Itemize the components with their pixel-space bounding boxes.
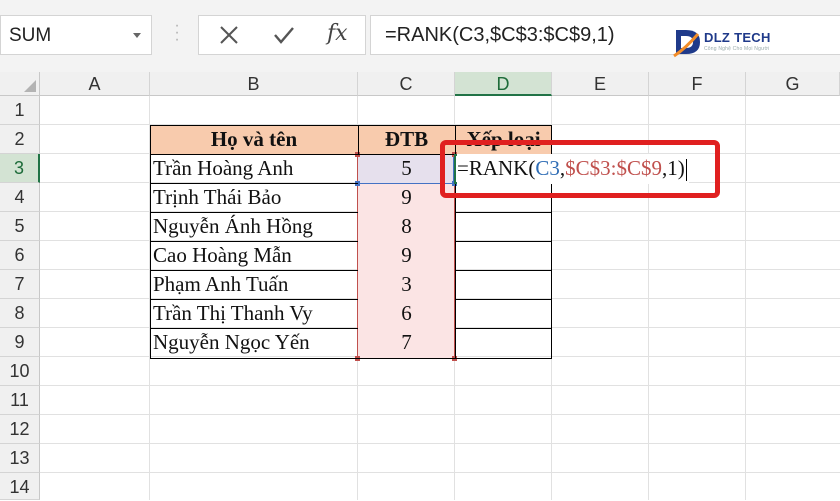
enter-button[interactable] (259, 16, 309, 54)
table-border (150, 212, 358, 213)
name-cell[interactable]: Trần Thị Thanh Vy (150, 299, 358, 329)
table-border (150, 358, 552, 359)
dlz-tech-logo: DLZ TECH Công Nghệ Cho Mọi Người (672, 26, 800, 60)
row-header-4[interactable]: 4 (0, 183, 40, 212)
column-header-e[interactable]: E (552, 72, 649, 96)
row-header-14[interactable]: 14 (0, 473, 40, 500)
row-header-13[interactable]: 13 (0, 444, 40, 473)
row-header-7[interactable]: 7 (0, 270, 40, 299)
column-header-f[interactable]: F (649, 72, 746, 96)
name-box-value: SUM (9, 25, 52, 46)
chevron-down-icon[interactable] (133, 33, 141, 38)
name-cell[interactable]: Nguyễn Ngọc Yến (150, 328, 358, 358)
table-border (150, 328, 358, 329)
logo-mark-icon (673, 30, 700, 58)
gridline (40, 385, 840, 386)
table-border (455, 328, 552, 329)
formula-text: =RANK(C3,$C$3:$C$9,1) (385, 24, 615, 46)
score-value: 8 (401, 214, 412, 238)
name-box[interactable]: SUM (0, 15, 152, 55)
score-value: 6 (401, 301, 412, 325)
table-border (455, 270, 552, 271)
table-border (455, 241, 552, 242)
column-header-g[interactable]: G (746, 72, 840, 96)
fx-icon: fx (327, 21, 348, 46)
table-border (455, 299, 552, 300)
rank-cell[interactable] (455, 241, 552, 271)
logo-tagline: Công Nghệ Cho Mọi Người (704, 46, 770, 52)
row-header-5[interactable]: 5 (0, 212, 40, 241)
logo-text: DLZ TECH (704, 30, 771, 45)
select-all-icon (24, 80, 36, 92)
rank-cell[interactable] (455, 328, 552, 358)
score-value: 3 (401, 272, 412, 296)
table-border (455, 183, 456, 359)
column-header-c[interactable]: C (358, 72, 455, 96)
row-header-6[interactable]: 6 (0, 241, 40, 270)
rank-cell[interactable] (455, 212, 552, 242)
table-border (150, 183, 358, 184)
table-border (150, 125, 552, 126)
rank-cell[interactable] (455, 299, 552, 329)
cancel-button[interactable] (205, 16, 255, 54)
gridline (40, 472, 840, 473)
row-header-11[interactable]: 11 (0, 386, 40, 415)
row-header-12[interactable]: 12 (0, 415, 40, 444)
table-border (150, 270, 358, 271)
column-header-b[interactable]: B (150, 72, 358, 96)
header-cell-name[interactable]: Họ và tên (150, 125, 358, 155)
rank-cell[interactable] (455, 270, 552, 300)
row-header-10[interactable]: 10 (0, 357, 40, 386)
formula-buttons: fx (198, 15, 366, 55)
name-cell[interactable]: Phạm Anh Tuấn (150, 270, 358, 300)
score-value: 9 (401, 243, 412, 267)
table-border (150, 241, 358, 242)
x-icon (220, 26, 238, 44)
column-header-a[interactable]: A (40, 72, 150, 96)
name-cell[interactable]: Cao Hoàng Mẫn (150, 241, 358, 271)
formula-bar: SUM · · · fx =RANK(C3,$C$3:$C$9,1) DLZ TEC… (0, 0, 840, 72)
row-header-1[interactable]: 1 (0, 96, 40, 125)
select-all-button[interactable] (0, 72, 40, 96)
gridline (40, 443, 840, 444)
table-border (150, 125, 151, 359)
name-cell[interactable]: Trần Hoàng Anh (150, 154, 358, 184)
annotation-highlight-box (440, 140, 720, 198)
score-value: 7 (401, 330, 412, 354)
table-border (358, 125, 359, 155)
row-header-3[interactable]: 3 (0, 154, 40, 183)
name-cell[interactable]: Trịnh Thái Bảo (150, 183, 358, 213)
gridline (40, 414, 840, 415)
name-cell[interactable]: Nguyễn Ánh Hồng (150, 212, 358, 242)
column-header-d[interactable]: D (455, 72, 552, 96)
row-header-8[interactable]: 8 (0, 299, 40, 328)
check-icon (274, 27, 294, 44)
row-header-9[interactable]: 9 (0, 328, 40, 357)
table-border (150, 299, 358, 300)
row-header-2[interactable]: 2 (0, 125, 40, 154)
drag-handle-icon[interactable]: · · · (170, 18, 184, 48)
insert-function-button[interactable]: fx (313, 16, 363, 54)
table-border (455, 212, 552, 213)
